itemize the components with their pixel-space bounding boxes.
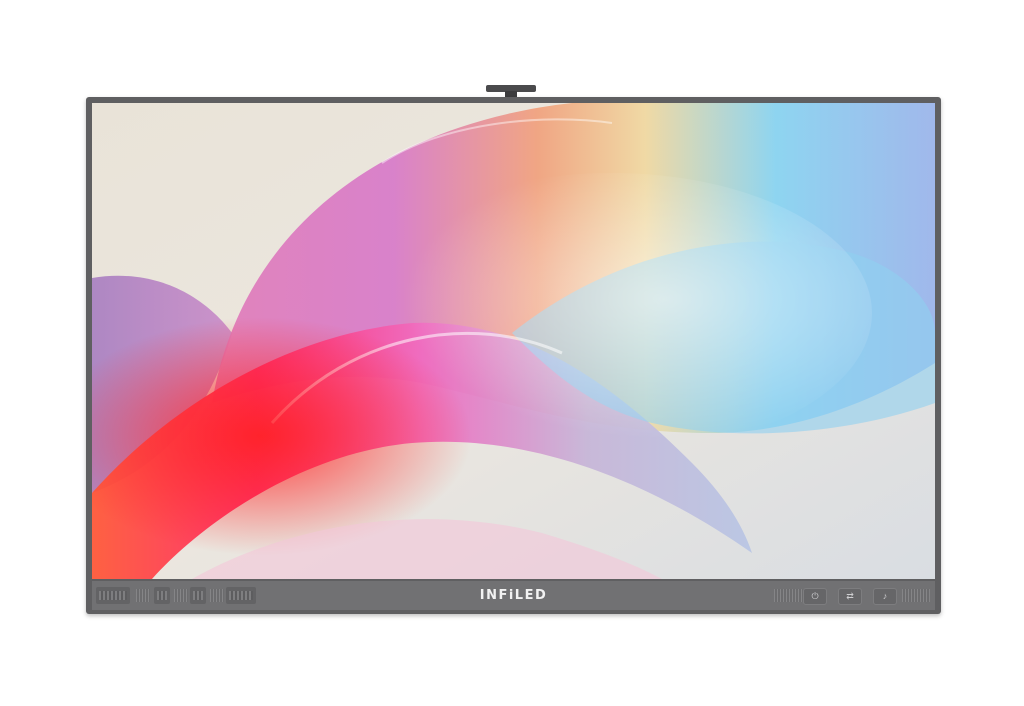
- bottom-bezel: INFiLED ⏻ ⇄ ♪: [92, 581, 935, 610]
- abstract-wallpaper: [92, 103, 935, 579]
- speaker-grille: [902, 589, 930, 602]
- screen-wallpaper: [92, 103, 935, 579]
- power-icon[interactable]: ⏻: [803, 588, 827, 605]
- volume-icon[interactable]: ♪: [873, 588, 897, 605]
- input-icon[interactable]: ⇄: [838, 588, 862, 605]
- tv-display: INFiLED ⏻ ⇄ ♪: [86, 97, 941, 614]
